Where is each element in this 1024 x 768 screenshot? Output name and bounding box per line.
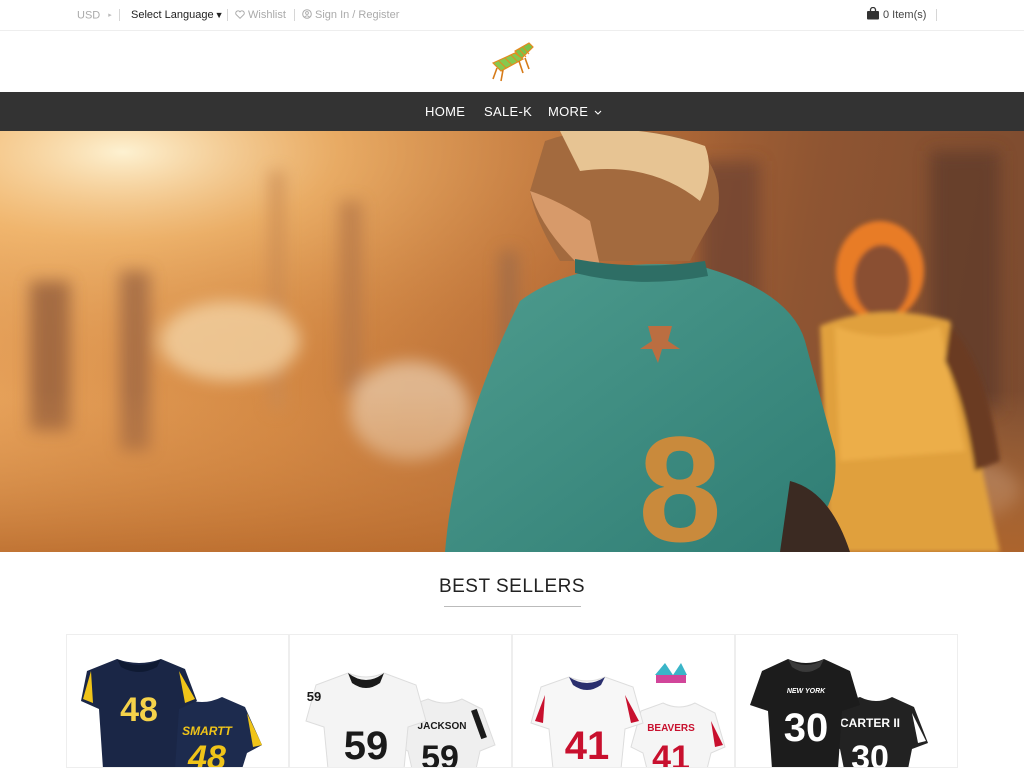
divider: [936, 9, 937, 21]
nav-home[interactable]: HOME: [425, 92, 465, 131]
best-sellers-heading: BEST SELLERS: [438, 576, 586, 597]
divider: [227, 9, 228, 21]
triangle-down-icon: ▼: [214, 10, 224, 20]
main-navigation: HOME SALE-K MORE: [0, 92, 1024, 131]
product-image-jersey: BEAVERS 41 41: [530, 661, 726, 768]
back-number: 41: [652, 739, 690, 768]
super-bowl-patch-icon: [653, 661, 689, 687]
product-card[interactable]: CARTER II 30 NEW YORK 30: [735, 634, 958, 768]
wishlist-link[interactable]: Wishlist: [235, 0, 286, 31]
front-number: 48: [120, 691, 158, 729]
cart-link[interactable]: 0 Item(s): [866, 0, 926, 31]
back-name: BEAVERS: [647, 723, 695, 734]
product-card[interactable]: SMARTT 48 48: [66, 634, 289, 768]
language-selector[interactable]: Select Language▼: [131, 0, 224, 31]
hero-jersey-number: 8: [638, 405, 721, 552]
caret-right-icon: ▸: [108, 12, 112, 19]
language-label: Select Language: [131, 9, 214, 21]
shopping-bag-icon: [867, 6, 879, 20]
heading-underline: [444, 606, 581, 607]
product-image-jersey: CARTER II 30 NEW YORK 30: [750, 659, 928, 768]
sign-in-register-link[interactable]: Sign In / Register: [302, 0, 399, 31]
sleeve-number: 59: [307, 689, 321, 704]
site-logo[interactable]: [489, 41, 535, 83]
nav-more[interactable]: MORE: [548, 92, 602, 131]
nav-more-label: MORE: [548, 104, 589, 119]
front-number: 41: [565, 724, 610, 768]
front-number: 59: [344, 724, 389, 768]
chevron-down-icon: [594, 110, 602, 115]
hero-banner-image[interactable]: 8: [0, 131, 1024, 552]
divider: [119, 9, 120, 21]
product-card[interactable]: JACKSON 59 59 59: [289, 634, 512, 768]
cart-count-label: 0 Item(s): [883, 9, 927, 21]
product-image-jersey: JACKSON 59 59 59: [305, 672, 496, 768]
nav-sale-k[interactable]: SALE-K: [484, 92, 532, 131]
currency-selector[interactable]: USD ▸: [77, 0, 112, 31]
back-name: CARTER II: [840, 716, 900, 730]
top-utility-bar: USD ▸ Select Language▼ Wishlist Sign In /…: [0, 0, 1024, 31]
wishlist-label: Wishlist: [248, 9, 286, 21]
front-number: 30: [784, 706, 829, 750]
front-wordmark: NEW YORK: [787, 688, 826, 695]
back-number: 59: [421, 739, 459, 768]
back-name: SMARTT: [182, 724, 233, 738]
back-number: 48: [187, 739, 226, 768]
divider: [294, 9, 295, 21]
back-number: 30: [851, 739, 889, 768]
heart-icon: [235, 10, 245, 19]
beach-chair-logo-icon: [491, 42, 534, 82]
logo-header: [0, 31, 1024, 92]
hero-photo-illustration: 8: [0, 131, 1024, 552]
product-image-jersey: SMARTT 48 48: [81, 659, 262, 768]
currency-label: USD: [77, 9, 101, 22]
product-card[interactable]: BEAVERS 41 41: [512, 634, 735, 768]
sign-in-label: Sign In / Register: [315, 9, 400, 21]
user-circle-icon: [302, 9, 312, 19]
back-name: JACKSON: [418, 721, 467, 732]
product-grid: SMARTT 48 48 JACKSON 59 59 59 BEAVERS 41…: [66, 634, 958, 768]
